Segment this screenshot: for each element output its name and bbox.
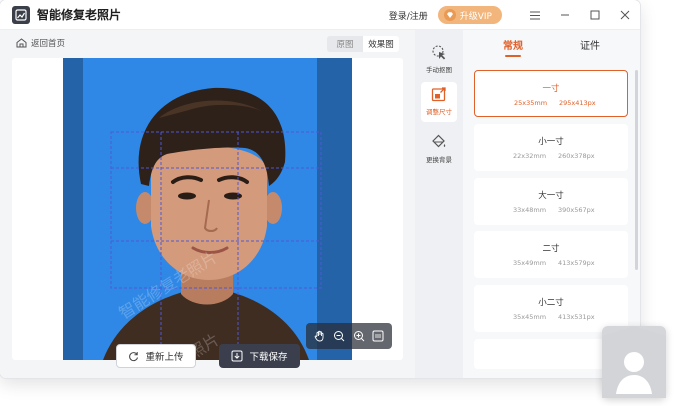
tab-id[interactable]: 证件 (580, 37, 600, 52)
refresh-icon (129, 351, 139, 361)
close-button[interactable] (610, 0, 640, 30)
preview-panel: 返回首页 原图 效果图 智能修复老照片 重新上传 下载保存 (0, 30, 415, 378)
user-avatar-icon (602, 326, 666, 398)
vip-label: 升级VIP (459, 11, 492, 22)
id-photo: 智能修复老照片 智能修复老照片 (63, 58, 352, 360)
size-name: 小二寸 (538, 298, 564, 308)
reupload-button[interactable]: 重新上传 (116, 344, 196, 368)
size-option[interactable]: 一寸 25x35mm 295x413px (474, 70, 628, 117)
view-toggle: 原图 效果图 (327, 36, 399, 52)
download-save-button[interactable]: 下载保存 (219, 344, 300, 368)
upgrade-vip-button[interactable]: 升级VIP (437, 6, 502, 24)
size-name: 大一寸 (538, 191, 564, 201)
minimize-icon (561, 14, 569, 16)
tool-manual-cutout[interactable]: 手动抠图 (421, 40, 457, 80)
cursor-magic-icon (432, 45, 446, 60)
size-name: 小一寸 (538, 137, 564, 147)
login-register-link[interactable]: 登录/注册 (389, 9, 428, 22)
size-px: 295x413px (559, 99, 596, 107)
tool-sidebar: 手动抠图 调整尺寸 更换背景 (415, 30, 463, 378)
menu-button[interactable] (520, 0, 550, 30)
resize-icon (431, 87, 446, 102)
size-mm: 25x35mm (514, 99, 548, 107)
size-mm: 35x45mm (513, 313, 547, 321)
photo-canvas: 智能修复老照片 智能修复老照片 (12, 58, 403, 360)
size-mm: 35x49mm (513, 259, 547, 267)
app-window: 智能修复老照片 登录/注册 升级VIP 返回首页 原图 效果图 智能修复老照片 … (0, 0, 640, 378)
tool-change-background[interactable]: 更换背景 (421, 130, 457, 170)
size-tabs: 常规 证件 (463, 30, 640, 60)
size-px: 390x567px (558, 206, 595, 214)
tool-label: 调整尺寸 (426, 108, 452, 116)
tool-label: 更换背景 (426, 156, 452, 164)
fit-screen-icon[interactable] (372, 330, 384, 342)
vip-diamond-icon (443, 9, 456, 21)
zoom-out-icon[interactable] (333, 330, 345, 342)
reupload-label: 重新上传 (145, 352, 184, 363)
back-home-link[interactable]: 返回首页 (16, 37, 65, 49)
maximize-button[interactable] (580, 0, 610, 30)
app-title: 智能修复老照片 (37, 8, 122, 22)
minimize-button[interactable] (550, 0, 580, 30)
home-icon (16, 38, 27, 48)
size-mm: 22x32mm (513, 152, 547, 160)
size-px: 413x579px (558, 259, 595, 267)
size-mm: 33x48mm (513, 206, 547, 214)
title-bar: 智能修复老照片 登录/注册 升级VIP (0, 0, 640, 30)
photo-toolbar (306, 323, 392, 349)
scrollbar-thumb[interactable] (635, 70, 638, 270)
maximize-icon (590, 10, 600, 20)
menu-icon (530, 11, 540, 19)
size-option[interactable]: 小二寸 35x45mm 413x531px (474, 285, 628, 332)
bucket-icon (432, 134, 446, 148)
zoom-in-icon[interactable] (353, 330, 365, 342)
tool-label: 手动抠图 (426, 66, 452, 74)
portrait-illustration: 智能修复老照片 智能修复老照片 (63, 58, 352, 360)
size-px: 413x531px (558, 313, 595, 321)
size-list-scrollbar[interactable] (635, 70, 638, 370)
app-logo-icon (12, 5, 30, 24)
effect-view-tab[interactable]: 效果图 (363, 36, 399, 52)
active-tab-indicator (505, 55, 521, 57)
tool-resize[interactable]: 调整尺寸 (421, 82, 457, 122)
back-home-label: 返回首页 (31, 39, 66, 49)
size-option[interactable]: 大一寸 33x48mm 390x567px (474, 178, 628, 225)
size-px: 260x378px (558, 152, 595, 160)
floating-avatar[interactable] (602, 326, 666, 398)
close-icon (620, 10, 630, 20)
size-name: 一寸 (542, 84, 560, 94)
hand-pan-icon[interactable] (314, 330, 326, 342)
size-name: 二寸 (542, 244, 560, 254)
original-view-tab[interactable]: 原图 (327, 36, 363, 52)
download-icon (231, 350, 243, 362)
size-option[interactable]: 二寸 35x49mm 413x579px (474, 231, 628, 278)
tab-regular[interactable]: 常规 (503, 37, 523, 52)
size-option[interactable]: 小一寸 22x32mm 260x378px (474, 124, 628, 171)
download-save-label: 下载保存 (249, 352, 288, 363)
